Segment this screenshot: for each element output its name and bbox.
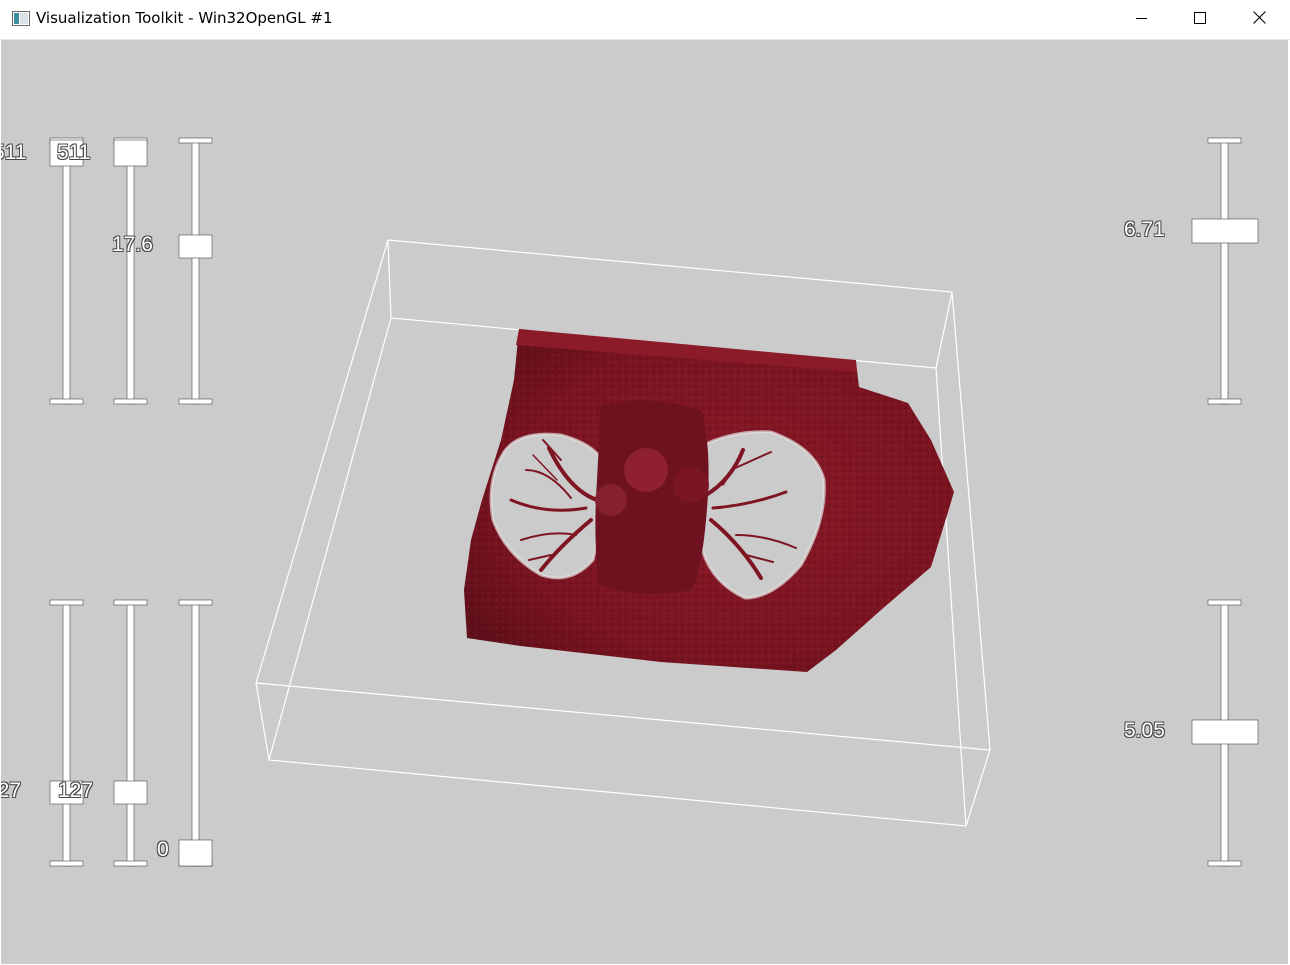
bounding-box-front [255,682,991,827]
vtk-app-icon [12,11,30,26]
title-bar[interactable]: Visualization Toolkit - Win32OpenGL #1 [0,0,1290,40]
maximize-button[interactable] [1171,0,1229,39]
slider-bottom-left-2[interactable] [113,599,148,867]
slider-value-label: 127 [58,779,94,802]
close-button[interactable] [1230,0,1288,39]
vtk-window: Visualization Toolkit - Win32OpenGL #1 1… [0,0,1290,965]
slider-right-top[interactable] [1191,137,1259,405]
slider-value-label: 511 [1,141,27,164]
slider-top-left-2[interactable] [113,137,148,405]
slider-value-label: 17.6 [112,233,153,256]
slider-value-label: 5.05 [1124,719,1165,742]
slider-bottom-left-1[interactable] [49,599,84,867]
volume-rendering [464,329,954,672]
scene-canvas [49,137,1259,867]
maximize-icon [1194,11,1206,29]
slider-top-left-1[interactable] [49,137,84,405]
slider-value-label: 6.71 [1124,218,1165,241]
slider-value-label: 127 [1,779,22,802]
window-title: Visualization Toolkit - Win32OpenGL #1 [36,9,333,27]
close-icon [1252,10,1266,29]
render-viewport[interactable]: 511 511 17.6 127 127 0 6.71 5.05 [1,40,1288,964]
slider-bottom-left-3[interactable] [178,599,213,867]
slider-value-label: 0 [157,838,169,861]
slider-value-label: 511 [57,141,91,164]
minimize-button[interactable] [1113,0,1171,39]
minimize-icon [1136,11,1148,29]
slider-top-left-3[interactable] [178,137,213,405]
slider-right-bottom[interactable] [1191,599,1259,867]
